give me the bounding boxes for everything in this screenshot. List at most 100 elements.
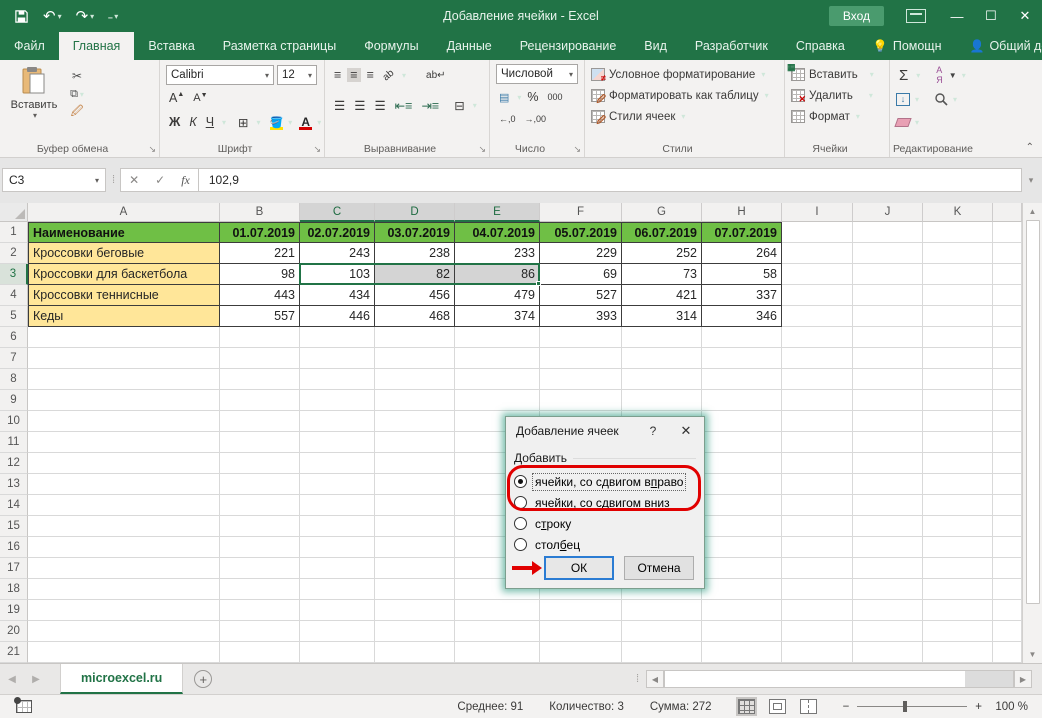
font-color-icon[interactable]: А — [299, 115, 312, 130]
cell-J5[interactable] — [853, 306, 923, 327]
sort-filter-icon[interactable]: АЯ — [933, 65, 946, 85]
cell-F7[interactable] — [540, 348, 622, 369]
page-layout-view-icon[interactable] — [769, 699, 786, 714]
cell-B19[interactable] — [220, 600, 300, 621]
cell-J20[interactable] — [853, 621, 923, 642]
cell-I11[interactable] — [782, 432, 853, 453]
cell-A6[interactable] — [28, 327, 220, 348]
cell-E20[interactable] — [455, 621, 540, 642]
close-button[interactable]: ✕ — [1008, 0, 1042, 32]
tab-помощн[interactable]: 💡Помощн — [859, 32, 956, 60]
cell-A10[interactable] — [28, 411, 220, 432]
cell-C4[interactable]: 434 — [300, 285, 375, 306]
cell-G8[interactable] — [622, 369, 702, 390]
cell-A11[interactable] — [28, 432, 220, 453]
cell-x5[interactable] — [993, 306, 1022, 327]
row-header-10[interactable]: 10 — [0, 411, 28, 432]
column-header-D[interactable]: D — [375, 203, 455, 222]
cell-x8[interactable] — [993, 369, 1022, 390]
paste-button[interactable]: Вставить ▾ — [6, 64, 62, 141]
row-header-3[interactable]: 3 — [0, 264, 28, 285]
column-header-F[interactable]: F — [540, 203, 622, 222]
cell-x9[interactable] — [993, 390, 1022, 411]
cell-D7[interactable] — [375, 348, 455, 369]
scroll-right-icon[interactable]: ▶ — [1014, 670, 1032, 688]
cell-E4[interactable]: 479 — [455, 285, 540, 306]
ok-button[interactable]: ОК — [544, 556, 614, 580]
cell-x12[interactable] — [993, 453, 1022, 474]
cell-G4[interactable]: 421 — [622, 285, 702, 306]
cell-I5[interactable] — [782, 306, 853, 327]
cell-F9[interactable] — [540, 390, 622, 411]
radio-option-4[interactable]: столбец — [514, 534, 696, 555]
cell-K21[interactable] — [923, 642, 993, 663]
cell-I6[interactable] — [782, 327, 853, 348]
cell-H11[interactable] — [702, 432, 782, 453]
horizontal-scrollbar[interactable]: ◀ ▶ — [646, 664, 1032, 694]
cell-K3[interactable] — [923, 264, 993, 285]
cell-D2[interactable]: 238 — [375, 243, 455, 264]
cell-I18[interactable] — [782, 579, 853, 600]
cell-H13[interactable] — [702, 474, 782, 495]
column-header-E[interactable]: E — [455, 203, 540, 222]
cell-D11[interactable] — [375, 432, 455, 453]
vertical-scrollbar[interactable]: ▲ ▼ — [1022, 203, 1042, 663]
cell-F6[interactable] — [540, 327, 622, 348]
cell-F5[interactable]: 393 — [540, 306, 622, 327]
cell-G21[interactable] — [622, 642, 702, 663]
undo-button[interactable]: ↶▾ — [43, 7, 62, 25]
cell-x19[interactable] — [993, 600, 1022, 621]
cell-I21[interactable] — [782, 642, 853, 663]
cell-J9[interactable] — [853, 390, 923, 411]
cell-B12[interactable] — [220, 453, 300, 474]
cell-J4[interactable] — [853, 285, 923, 306]
sheet-nav-left-icon[interactable]: ◀ — [0, 664, 24, 694]
cell-I16[interactable] — [782, 537, 853, 558]
font-dialog-launcher-icon[interactable]: ↘ — [313, 144, 321, 155]
cell-B20[interactable] — [220, 621, 300, 642]
alignment-dialog-launcher-icon[interactable]: ↘ — [478, 144, 486, 155]
redo-button[interactable]: ↷▾ — [76, 7, 95, 25]
insert-cells-button[interactable]: ▦ Вставить▾ — [791, 64, 885, 85]
cell-B9[interactable] — [220, 390, 300, 411]
sheet-tab-active[interactable]: microexcel.ru — [60, 664, 183, 694]
cell-K5[interactable] — [923, 306, 993, 327]
underline-button[interactable]: Ч — [203, 115, 217, 129]
cell-H10[interactable] — [702, 411, 782, 432]
cell-D16[interactable] — [375, 537, 455, 558]
cell-K15[interactable] — [923, 516, 993, 537]
cell-x3[interactable] — [993, 264, 1022, 285]
cell-A2[interactable]: Кроссовки беговые — [28, 243, 220, 264]
cell-I9[interactable] — [782, 390, 853, 411]
increase-indent-icon[interactable]: ⇥≡ — [418, 98, 442, 113]
scroll-up-icon[interactable]: ▲ — [1023, 203, 1042, 220]
vertical-scroll-thumb[interactable] — [1026, 220, 1040, 604]
cell-x13[interactable] — [993, 474, 1022, 495]
cell-D1[interactable]: 03.07.2019 — [375, 222, 455, 243]
cell-A8[interactable] — [28, 369, 220, 390]
cell-C12[interactable] — [300, 453, 375, 474]
cell-I2[interactable] — [782, 243, 853, 264]
cell-B18[interactable] — [220, 579, 300, 600]
cell-K20[interactable] — [923, 621, 993, 642]
maximize-button[interactable]: ☐ — [974, 0, 1008, 32]
cell-D18[interactable] — [375, 579, 455, 600]
tab-справка[interactable]: Справка — [782, 32, 859, 60]
format-as-table-button[interactable]: 🖉 Форматировать как таблицу▾ — [591, 85, 780, 106]
row-header-12[interactable]: 12 — [0, 453, 28, 474]
cell-A14[interactable] — [28, 495, 220, 516]
cell-B13[interactable] — [220, 474, 300, 495]
clear-icon[interactable] — [894, 118, 911, 127]
cell-x15[interactable] — [993, 516, 1022, 537]
cell-G20[interactable] — [622, 621, 702, 642]
new-sheet-button[interactable]: + — [183, 664, 223, 694]
cell-E5[interactable]: 374 — [455, 306, 540, 327]
radio-option-3[interactable]: строку — [514, 513, 696, 534]
tab-рецензирование[interactable]: Рецензирование — [506, 32, 631, 60]
cell-I4[interactable] — [782, 285, 853, 306]
row-header-17[interactable]: 17 — [0, 558, 28, 579]
cell-I19[interactable] — [782, 600, 853, 621]
cell-C16[interactable] — [300, 537, 375, 558]
cell-K17[interactable] — [923, 558, 993, 579]
minimize-button[interactable]: — — [940, 0, 974, 32]
